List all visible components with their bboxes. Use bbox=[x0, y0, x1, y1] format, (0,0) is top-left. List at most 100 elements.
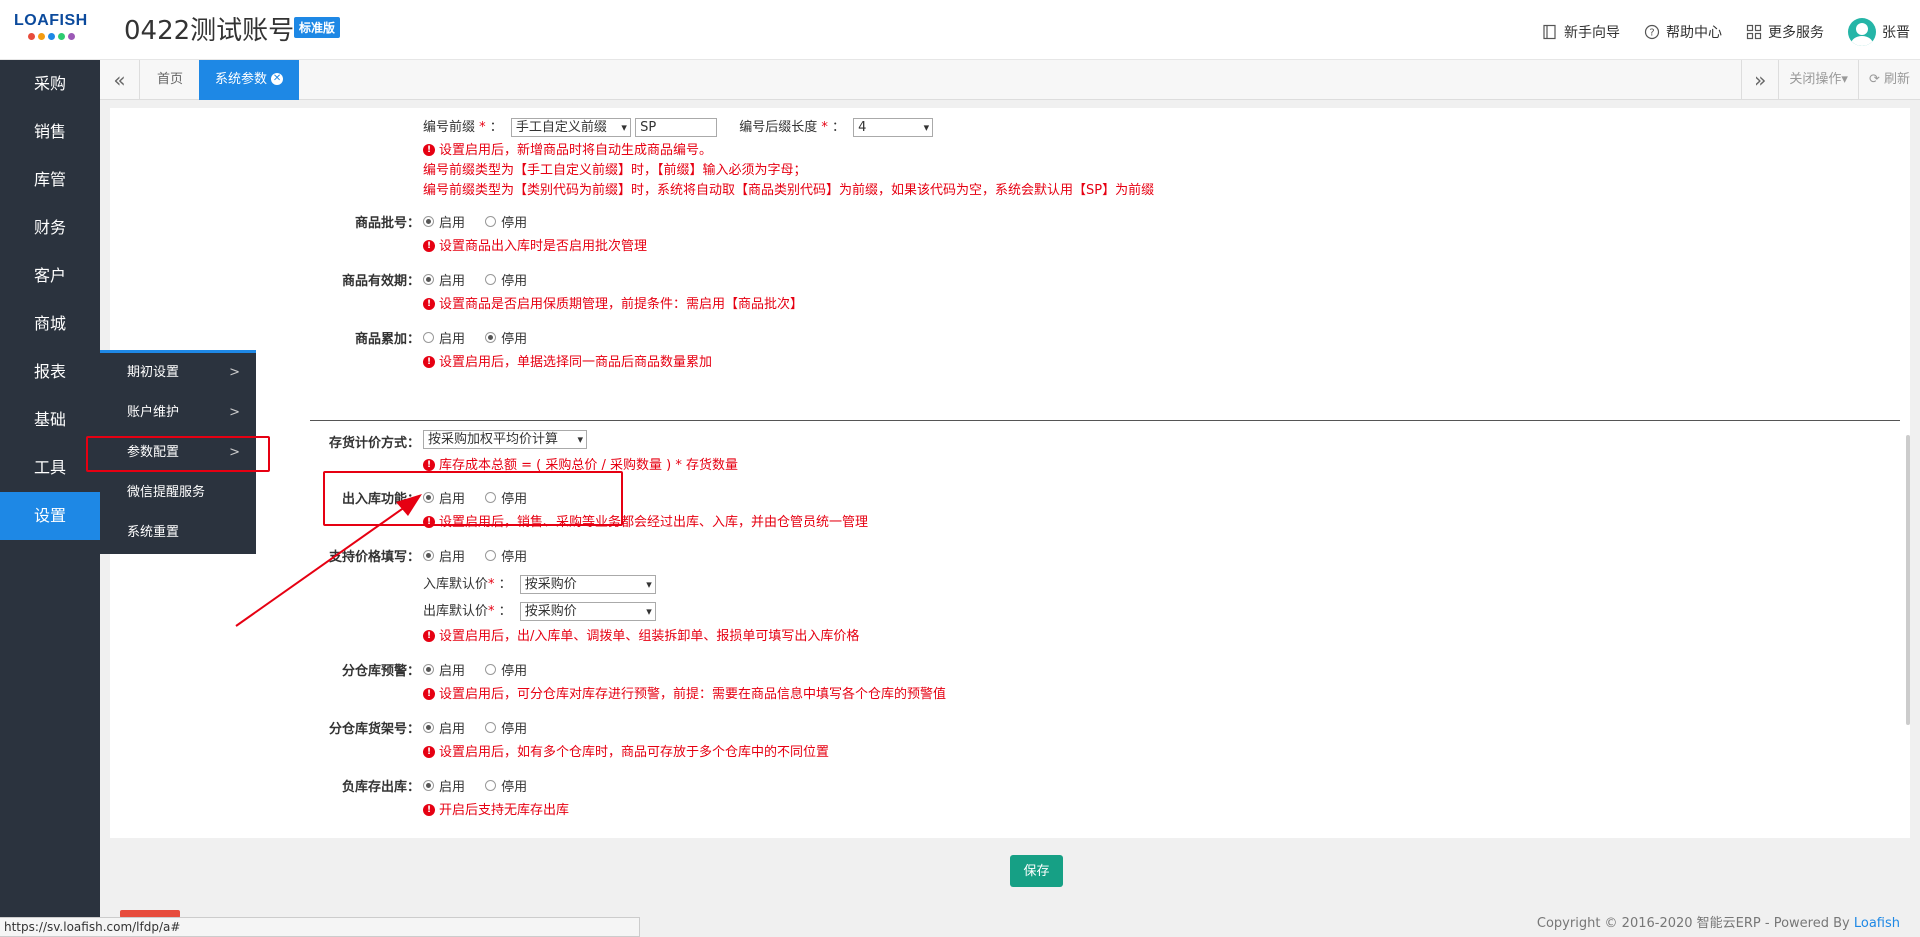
negative-stock-label: 负库存出库： bbox=[341, 780, 420, 795]
warehouse-shelf-hint: ! 设置启用后，如有多个仓库时，商品可存放于多个仓库中的不同位置 bbox=[423, 741, 829, 760]
sidebar-item-settings[interactable]: 设置 bbox=[0, 492, 100, 540]
accumulate-radios: 启用 停用 bbox=[423, 328, 543, 347]
out-default-price-row: 出库默认价* ： 按采购价 bbox=[423, 600, 656, 621]
help-center-link[interactable]: ? 帮助中心 bbox=[1644, 22, 1722, 42]
save-button[interactable]: 保存 bbox=[1010, 855, 1063, 887]
accumulate-disable-radio[interactable]: 停用 bbox=[485, 328, 527, 347]
avatar bbox=[1848, 18, 1876, 46]
warehouse-alert-enable-radio[interactable]: 启用 bbox=[423, 660, 465, 679]
expiry-disable-radio[interactable]: 停用 bbox=[485, 270, 527, 289]
tab-scroll-left-button[interactable]: « bbox=[100, 60, 140, 100]
sidebar-item-customer[interactable]: 客户 bbox=[0, 252, 100, 300]
tab-home[interactable]: 首页 bbox=[141, 60, 201, 100]
more-services-link[interactable]: 更多服务 bbox=[1746, 22, 1824, 42]
tab-scroll-right-button[interactable]: » bbox=[1741, 60, 1778, 100]
accumulate-enable-radio[interactable]: 启用 bbox=[423, 328, 465, 347]
warehouse-alert-label: 分仓库预警： bbox=[341, 664, 420, 679]
help-circle-icon: ? bbox=[1644, 24, 1660, 40]
batch-hint: ! 设置商品出入库时是否启用批次管理 bbox=[423, 235, 647, 254]
info-icon: ! bbox=[423, 297, 435, 310]
warehouse-alert-hint: ! 设置启用后，可分仓库对库存进行预警，前提：需要在商品信息中填写各个仓库的预警值 bbox=[423, 683, 946, 702]
highlight-box-param-config bbox=[86, 436, 270, 472]
grid-icon bbox=[1746, 24, 1762, 40]
edition-badge: 标准版 bbox=[294, 17, 341, 38]
main-sidebar: 采购 销售 库管 财务 客户 商城 报表 基础 工具 设置 bbox=[0, 60, 100, 937]
loafish-logo[interactable]: LOAFISH bbox=[14, 12, 94, 48]
footer-copyright: Copyright © 2016-2020 智能云ERP - Powered B… bbox=[1536, 916, 1900, 931]
in-default-price-select[interactable]: 按采购价 bbox=[519, 575, 656, 594]
sidebar-item-inventory[interactable]: 库管 bbox=[0, 156, 100, 204]
warehouse-shelf-enable-radio[interactable]: 启用 bbox=[423, 718, 465, 737]
accumulate-label: 商品累加： bbox=[354, 332, 420, 347]
prefix-type-select[interactable]: 手工自定义前缀 bbox=[510, 118, 631, 137]
batch-enable-radio[interactable]: 启用 bbox=[423, 212, 465, 231]
double-chevron-right-icon: » bbox=[1754, 68, 1767, 92]
section-divider bbox=[310, 420, 1900, 421]
valuation-method-select[interactable]: 按采购加权平均价计算 bbox=[423, 430, 587, 449]
info-icon: ! bbox=[423, 143, 435, 156]
info-icon: ! bbox=[423, 803, 435, 816]
user-menu[interactable]: 张晋 bbox=[1848, 18, 1910, 46]
guide-link[interactable]: 新手向导 bbox=[1542, 22, 1620, 42]
submenu-item-account-maintenance[interactable]: 账户维护 > bbox=[100, 393, 256, 433]
tab-actions: » 关闭操作▾ ⟳ 刷新 bbox=[1741, 60, 1920, 100]
footer-brand-link[interactable]: Loafish bbox=[1854, 916, 1900, 931]
prefix-row: 编号前缀 * ： 手工自定义前缀 SP 编号后缀长度 * ： 4 bbox=[423, 116, 934, 137]
svg-text:?: ? bbox=[1649, 28, 1654, 39]
prefix-text-input[interactable]: SP bbox=[635, 118, 718, 137]
price-fill-disable-radio[interactable]: 停用 bbox=[485, 546, 527, 565]
submenu-item-system-reset[interactable]: 系统重置 bbox=[100, 513, 256, 553]
batch-disable-radio[interactable]: 停用 bbox=[485, 212, 527, 231]
negative-stock-disable-radio[interactable]: 停用 bbox=[485, 776, 527, 795]
expiry-hint: ! 设置商品是否启用保质期管理，前提条件：需启用【商品批次】 bbox=[423, 293, 803, 312]
negative-stock-enable-radio[interactable]: 启用 bbox=[423, 776, 465, 795]
status-url-bar: https://sv.loafish.com/lfdp/a# bbox=[0, 917, 640, 937]
prefix-hint-2: 编号前缀类型为【手工自定义前缀】时，【前缀】输入必须为字母； bbox=[423, 163, 807, 178]
close-icon[interactable]: ✕ bbox=[271, 72, 284, 85]
close-operations-dropdown[interactable]: 关闭操作▾ bbox=[1778, 60, 1858, 100]
sidebar-item-basic[interactable]: 基础 bbox=[0, 396, 100, 444]
logo-dots-icon bbox=[28, 33, 94, 40]
warehouse-alert-disable-radio[interactable]: 停用 bbox=[485, 660, 527, 679]
sidebar-item-reports[interactable]: 报表 bbox=[0, 348, 100, 396]
accumulate-hint: ! 设置启用后，单据选择同一商品后商品数量累加 bbox=[423, 351, 712, 370]
top-header: LOAFISH 0422测试账号 标准版 新手向导 ? 帮助中心 更多服务 张晋 bbox=[0, 0, 1920, 60]
refresh-button[interactable]: ⟳ 刷新 bbox=[1857, 60, 1920, 100]
prefix-hint-1: ! 设置启用后，新增商品时将自动生成商品编号。 bbox=[423, 139, 712, 158]
batch-label: 商品批号： bbox=[354, 216, 420, 231]
sidebar-item-purchase[interactable]: 采购 bbox=[0, 60, 100, 108]
tab-bar: « 首页 系统参数 ✕ » 关闭操作▾ ⟳ 刷新 bbox=[100, 60, 1920, 100]
refresh-icon: ⟳ bbox=[1868, 72, 1880, 87]
batch-radios: 启用 停用 bbox=[423, 212, 543, 231]
price-fill-radios: 启用 停用 bbox=[423, 546, 543, 565]
warehouse-shelf-radios: 启用 停用 bbox=[423, 718, 543, 737]
expiry-radios: 启用 停用 bbox=[423, 270, 543, 289]
info-icon: ! bbox=[423, 745, 435, 758]
account-title: 0422测试账号 bbox=[124, 16, 295, 46]
info-icon: ! bbox=[423, 687, 435, 700]
highlight-box-inout bbox=[323, 471, 623, 526]
sidebar-item-finance[interactable]: 财务 bbox=[0, 204, 100, 252]
book-icon bbox=[1543, 24, 1556, 40]
expiry-enable-radio[interactable]: 启用 bbox=[423, 270, 465, 289]
valuation-select-wrap: 按采购加权平均价计算 bbox=[423, 430, 587, 449]
submenu-item-opening-settings[interactable]: 期初设置 > bbox=[100, 353, 256, 393]
in-default-price-row: 入库默认价* ： 按采购价 bbox=[423, 573, 656, 594]
prefix-hint-3: 编号前缀类型为【类别代码为前缀】时，系统将自动取【商品类别代码】为前缀，如果该代… bbox=[423, 183, 1155, 198]
price-fill-hint: ! 设置启用后，出/入库单、调拨单、组装拆卸单、报损单可填写出入库价格 bbox=[423, 625, 859, 644]
warehouse-shelf-disable-radio[interactable]: 停用 bbox=[485, 718, 527, 737]
sidebar-item-mall[interactable]: 商城 bbox=[0, 300, 100, 348]
submenu-item-wechat-reminder[interactable]: 微信提醒服务 bbox=[100, 473, 256, 513]
suffix-length-select[interactable]: 4 bbox=[853, 118, 934, 137]
out-default-price-select[interactable]: 按采购价 bbox=[519, 602, 656, 621]
warehouse-alert-radios: 启用 停用 bbox=[423, 660, 543, 679]
sidebar-item-sales[interactable]: 销售 bbox=[0, 108, 100, 156]
tab-system-params[interactable]: 系统参数 ✕ bbox=[199, 60, 300, 100]
expiry-label: 商品有效期： bbox=[341, 274, 420, 289]
sidebar-item-tools[interactable]: 工具 bbox=[0, 444, 100, 492]
warehouse-shelf-label: 分仓库货架号： bbox=[328, 722, 420, 737]
price-fill-enable-radio[interactable]: 启用 bbox=[423, 546, 465, 565]
double-chevron-left-icon: « bbox=[113, 68, 126, 92]
content-scrollbar[interactable] bbox=[1906, 435, 1910, 725]
caret-down-icon: ▾ bbox=[1841, 72, 1848, 87]
